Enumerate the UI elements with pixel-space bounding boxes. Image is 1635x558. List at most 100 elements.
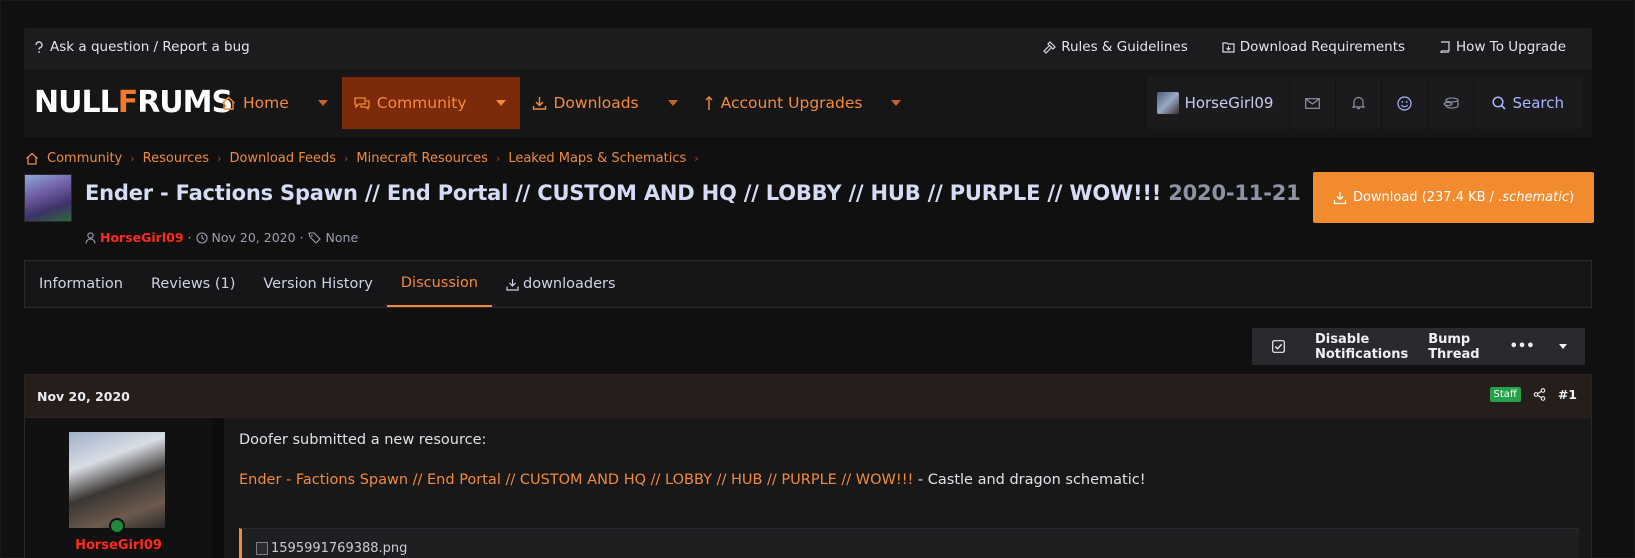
- tags-icon: [307, 231, 322, 244]
- main-nav-bar: NULL F RUMS Home Community Downloads Accou…: [24, 69, 1592, 137]
- how-to-upgrade-link[interactable]: How To Upgrade: [1439, 39, 1566, 55]
- checkbox-checked-icon: [1262, 340, 1295, 353]
- page-title: Ender - Factions Spawn // End Portal // …: [85, 181, 1301, 205]
- resource-meta: HorseGirl09 · Nov 20, 2020 · None: [85, 230, 358, 245]
- tab-version-history[interactable]: Version History: [249, 261, 387, 307]
- breadcrumb-separator: ›: [344, 152, 349, 165]
- watch-checkbox[interactable]: [1252, 340, 1305, 353]
- nav-account-upgrades[interactable]: Account Upgrades: [692, 77, 916, 129]
- download-label-end: ): [1568, 190, 1575, 205]
- image-alt-text: 1595991769388.png: [271, 541, 408, 556]
- resource-link[interactable]: Ender - Factions Spawn // End Portal // …: [239, 472, 913, 488]
- bump-thread-button[interactable]: Bump Thread: [1418, 332, 1489, 362]
- more-options-button[interactable]: •••: [1490, 339, 1587, 354]
- chevron-down-icon[interactable]: [667, 100, 678, 106]
- resource-date[interactable]: Nov 20, 2020: [212, 230, 296, 245]
- post-user-panel: HorseGirl09: [25, 418, 212, 558]
- download-requirements-link[interactable]: Download Requirements: [1222, 39, 1405, 55]
- nav-home[interactable]: Home: [209, 77, 342, 129]
- nav-home-label: Home: [243, 94, 289, 112]
- user-icon: [85, 231, 96, 244]
- ask-question-label: Ask a question / Report a bug: [50, 39, 250, 55]
- download-extension: .schematic: [1498, 190, 1569, 205]
- search-button[interactable]: Search: [1473, 77, 1582, 129]
- search-label: Search: [1512, 94, 1564, 112]
- resource-version: 2020-11-21: [1168, 181, 1301, 205]
- breadcrumb-separator: ›: [495, 152, 501, 165]
- tab-information[interactable]: Information: [25, 261, 137, 307]
- ask-question-link[interactable]: Ask a question / Report a bug: [34, 39, 250, 55]
- post-divider: [212, 418, 224, 558]
- broken-image-icon: [256, 542, 268, 555]
- clock-icon: [195, 231, 208, 244]
- attachment-image[interactable]: 1595991769388.png: [256, 541, 407, 556]
- folder-download-icon: [1222, 41, 1235, 53]
- breadcrumb-separator: ›: [694, 152, 699, 165]
- nav-downloads[interactable]: Downloads: [520, 77, 692, 129]
- share-icon[interactable]: [1533, 388, 1546, 401]
- chevron-down-icon[interactable]: [495, 100, 506, 106]
- nav-community-label: Community: [376, 94, 467, 112]
- username: HorseGirl09: [1184, 94, 1274, 112]
- online-status-icon: [109, 518, 125, 534]
- rules-label: Rules & Guidelines: [1061, 39, 1188, 55]
- resource-description: - Castle and dragon schematic!: [913, 472, 1146, 488]
- caret-down-icon: [1549, 344, 1577, 349]
- nav-downloads-label: Downloads: [553, 94, 639, 112]
- staff-badge: Staff: [1489, 387, 1521, 402]
- tab-downloaders[interactable]: downloaders: [492, 261, 630, 307]
- resource-author[interactable]: HorseGirl09: [100, 230, 184, 245]
- resource-title: Ender - Factions Spawn // End Portal // …: [85, 181, 1162, 205]
- logo-text-fox: F: [117, 84, 138, 120]
- coins-icon: [1443, 96, 1459, 110]
- inbox-button[interactable]: [1289, 77, 1335, 129]
- breadcrumb-download-feeds[interactable]: Download Feeds: [229, 151, 336, 166]
- post-date[interactable]: Nov 20, 2020: [37, 389, 130, 404]
- tab-discussion[interactable]: Discussion: [386, 261, 492, 307]
- avatar[interactable]: [69, 432, 165, 528]
- how-to-upgrade-label: How To Upgrade: [1456, 39, 1566, 55]
- breadcrumb-community[interactable]: Community: [47, 151, 122, 166]
- thread-actions: Disable Notifications Bump Thread •••: [1252, 328, 1585, 365]
- smiley-icon: [1397, 95, 1413, 111]
- post-header: Nov 20, 2020 Staff #1: [24, 374, 1592, 418]
- user-menu[interactable]: HorseGirl09: [1145, 77, 1290, 129]
- gavel-icon: [1043, 40, 1057, 54]
- logo-text-null: NULL: [34, 84, 119, 120]
- post-body: HorseGirl09 Doofer submitted a new resou…: [24, 418, 1592, 558]
- download-icon: [506, 278, 519, 291]
- resource-tags: None: [325, 230, 359, 245]
- post-number[interactable]: #1: [1558, 387, 1577, 402]
- nav-community[interactable]: Community: [341, 77, 520, 129]
- post-intro: Doofer submitted a new resource:: [239, 432, 487, 448]
- breadcrumb-resources[interactable]: Resources: [143, 151, 209, 166]
- breadcrumb-separator: ›: [217, 152, 222, 165]
- breadcrumb-minecraft-resources[interactable]: Minecraft Resources: [356, 151, 488, 166]
- book-icon: [1439, 41, 1451, 53]
- avatar: [1156, 92, 1179, 114]
- download-button[interactable]: Download (237.4 KB / .schematic): [1313, 172, 1594, 223]
- tab-reviews[interactable]: Reviews (1): [137, 261, 249, 307]
- resource-tabs: Information Reviews (1) Version History …: [24, 260, 1592, 308]
- reactions-button[interactable]: [1381, 77, 1427, 129]
- credits-button[interactable]: [1427, 77, 1473, 129]
- alerts-button[interactable]: [1335, 77, 1381, 129]
- post-author[interactable]: HorseGirl09: [25, 538, 212, 553]
- question-icon: [34, 40, 44, 54]
- primary-nav: Home Community Downloads Account Upgrade…: [209, 77, 915, 129]
- resource-icon: [24, 174, 72, 222]
- nav-account-upgrades-label: Account Upgrades: [720, 94, 863, 112]
- disable-notifications-button[interactable]: Disable Notifications: [1305, 332, 1418, 362]
- download-icon: [1333, 191, 1347, 205]
- breadcrumb-leaked-maps[interactable]: Leaked Maps & Schematics: [508, 151, 686, 166]
- rules-link[interactable]: Rules & Guidelines: [1043, 39, 1188, 55]
- post-content: Doofer submitted a new resource: Ender -…: [239, 432, 1146, 488]
- chevron-down-icon[interactable]: [317, 100, 328, 106]
- home-icon[interactable]: [25, 152, 39, 165]
- resource-quote: 1595991769388.png: [239, 528, 1579, 558]
- download-icon: [532, 96, 547, 111]
- site-logo[interactable]: NULL F RUMS: [34, 84, 233, 120]
- home-icon: [221, 96, 236, 110]
- chevron-down-icon[interactable]: [891, 100, 902, 106]
- download-label: Download (237.4 KB /: [1352, 190, 1499, 205]
